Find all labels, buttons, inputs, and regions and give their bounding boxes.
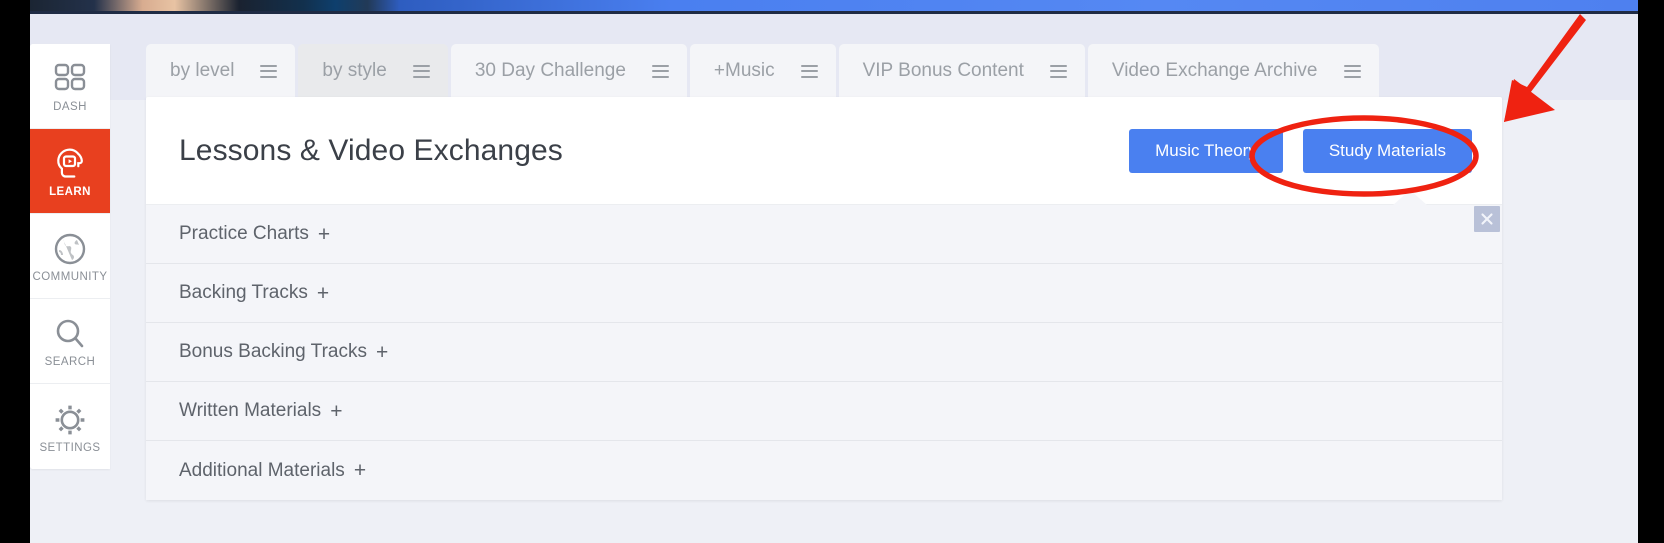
expand-plus-icon[interactable]: + <box>376 342 388 363</box>
accordion-row-written-materials[interactable]: Written Materials + <box>146 382 1502 441</box>
tab-plus-music[interactable]: +Music <box>689 44 836 98</box>
accordion-row-additional-materials[interactable]: Additional Materials + <box>146 441 1502 500</box>
content-card: Lessons & Video Exchanges Music Theory S… <box>146 97 1502 500</box>
accordion-row-label: Written Materials <box>179 400 322 421</box>
page-title: Lessons & Video Exchanges <box>179 133 563 167</box>
accordion-row-label: Practice Charts <box>179 223 309 244</box>
music-theory-button[interactable]: Music Theory <box>1129 128 1283 173</box>
tab-30-day-challenge[interactable]: 30 Day Challenge <box>450 44 687 98</box>
hamburger-icon[interactable] <box>1049 64 1067 78</box>
accordion-row-label: Backing Tracks <box>179 282 308 303</box>
accordion-row-label: Additional Materials <box>179 459 345 481</box>
close-icon <box>1479 211 1495 227</box>
hamburger-icon[interactable] <box>800 64 818 78</box>
app-root: DASH LEARN COMMUNITY SEARCH SETTINGS by … <box>0 0 1664 543</box>
hamburger-icon[interactable] <box>260 64 278 78</box>
tab-by-style[interactable]: by style <box>298 44 448 98</box>
magnifier-icon <box>50 314 90 354</box>
active-section-caret <box>1393 190 1427 205</box>
tab-vip-bonus-content[interactable]: VIP Bonus Content <box>838 44 1085 98</box>
sidebar-item-label: SEARCH <box>44 356 96 368</box>
accordion-row-bonus-backing-tracks[interactable]: Bonus Backing Tracks + <box>146 323 1502 382</box>
sidebar-item-learn[interactable]: LEARN <box>30 129 110 214</box>
sidebar-item-label: SETTINGS <box>39 441 101 454</box>
grid-icon <box>50 59 90 99</box>
expand-plus-icon[interactable]: + <box>330 401 342 422</box>
expand-plus-icon[interactable]: + <box>354 460 366 481</box>
study-materials-accordion: Practice Charts + Backing Tracks + Bonus… <box>146 205 1502 500</box>
sidebar-item-settings[interactable]: SETTINGS <box>30 384 110 469</box>
tab-label: by level <box>170 60 235 81</box>
sidebar-item-community[interactable]: COMMUNITY <box>30 214 110 299</box>
accordion-row-practice-charts[interactable]: Practice Charts + <box>146 205 1502 264</box>
sidebar-item-dash[interactable]: DASH <box>30 44 110 129</box>
tab-label: 30 Day Challenge <box>474 60 626 81</box>
hamburger-icon[interactable] <box>412 64 430 78</box>
study-materials-button[interactable]: Study Materials <box>1302 128 1472 173</box>
accordion-row-backing-tracks[interactable]: Backing Tracks + <box>146 264 1502 323</box>
card-header: Lessons & Video Exchanges Music Theory S… <box>146 97 1502 205</box>
brain-play-icon <box>50 144 90 184</box>
header-actions: Music Theory Study Materials <box>1129 128 1472 173</box>
tab-label: Video Exchange Archive <box>1111 60 1318 81</box>
close-button[interactable] <box>1474 206 1500 232</box>
sidebar: DASH LEARN COMMUNITY SEARCH SETTINGS <box>30 44 110 469</box>
expand-plus-icon[interactable]: + <box>318 224 330 245</box>
tab-label: VIP Bonus Content <box>862 60 1024 81</box>
globe-icon <box>50 229 90 269</box>
sidebar-item-label: COMMUNITY <box>32 271 108 283</box>
sidebar-item-label: LEARN <box>49 186 91 198</box>
hamburger-icon[interactable] <box>651 64 669 78</box>
tab-bar: by level by style 30 Day Challenge +Musi… <box>146 44 1382 98</box>
accordion-row-label: Bonus Backing Tracks <box>179 341 367 362</box>
hamburger-icon[interactable] <box>1343 64 1361 78</box>
tab-video-exchange-archive[interactable]: Video Exchange Archive <box>1087 44 1379 98</box>
tab-by-level[interactable]: by level <box>146 44 296 98</box>
tab-label: +Music <box>713 60 775 81</box>
gear-icon <box>50 400 90 440</box>
tab-label: by style <box>322 60 387 81</box>
expand-plus-icon[interactable]: + <box>317 283 329 304</box>
sidebar-item-label: DASH <box>53 101 87 113</box>
sidebar-item-search[interactable]: SEARCH <box>30 299 110 384</box>
top-banner-divider <box>30 11 1638 14</box>
